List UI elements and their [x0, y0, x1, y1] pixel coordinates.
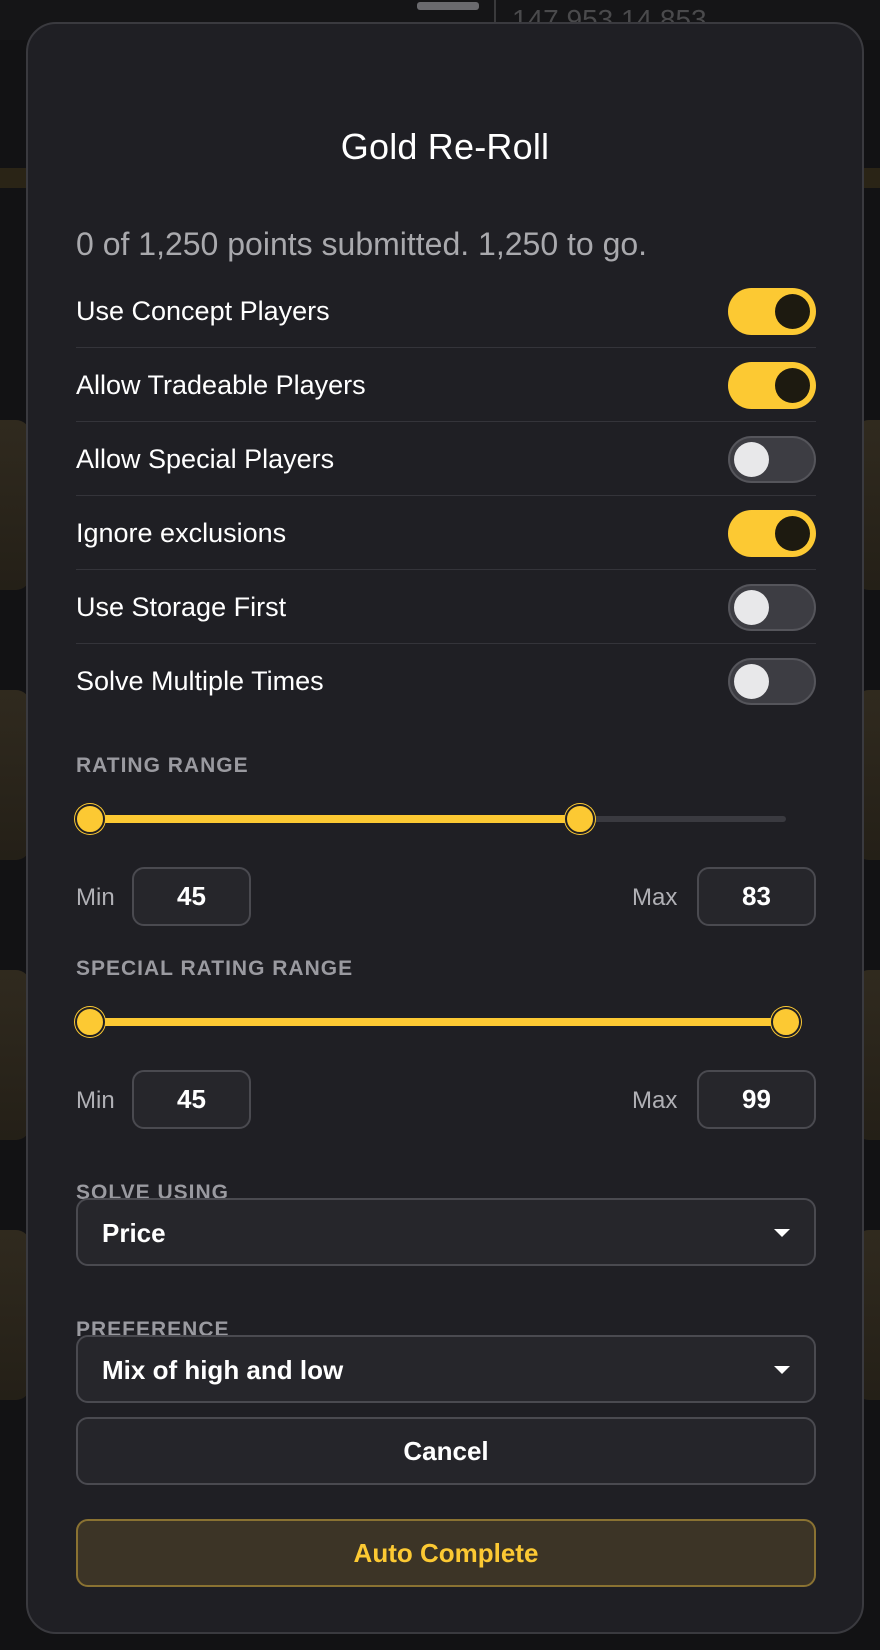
- toggle-knob: [775, 368, 810, 403]
- chevron-down-icon: [774, 1366, 790, 1374]
- toggle-row-use-storage-first: Use Storage First: [76, 572, 816, 644]
- auto-complete-button[interactable]: Auto Complete: [76, 1519, 816, 1587]
- chevron-down-icon: [774, 1229, 790, 1237]
- solve-using-select[interactable]: Price: [76, 1198, 816, 1266]
- solve-multiple-times-toggle[interactable]: [728, 658, 816, 705]
- special-rating-min-input[interactable]: 45: [132, 1070, 251, 1129]
- allow-special-players-toggle[interactable]: [728, 436, 816, 483]
- toggle-knob: [734, 442, 769, 477]
- special-rating-min-thumb[interactable]: [75, 1007, 105, 1037]
- special-rating-min-label: Min: [76, 1087, 115, 1114]
- preference-value: Mix of high and low: [102, 1355, 344, 1385]
- special-rating-max-thumb[interactable]: [771, 1007, 801, 1037]
- toggle-knob: [775, 294, 810, 329]
- use-storage-first-toggle[interactable]: [728, 584, 816, 631]
- slider-fill: [90, 815, 580, 823]
- rating-max-thumb[interactable]: [564, 804, 595, 834]
- allow-tradeable-players-toggle[interactable]: [728, 362, 816, 409]
- special-rating-range-label: SPECIAL RATING RANGE: [76, 957, 354, 980]
- toggle-label: Allow Special Players: [76, 444, 335, 474]
- modal-title: Gold Re-Roll: [340, 126, 550, 167]
- toggle-label: Use Concept Players: [76, 296, 330, 326]
- slider-fill: [90, 1018, 786, 1026]
- gold-reroll-modal: Gold Re-Roll 0 of 1,250 points submitted…: [26, 22, 864, 1634]
- toggle-label: Allow Tradeable Players: [76, 370, 366, 400]
- special-rating-max-label: Max: [632, 1087, 678, 1114]
- rating-min-label: Min: [76, 884, 115, 911]
- toggle-knob: [734, 590, 769, 625]
- drag-handle: [417, 2, 479, 10]
- toggle-row-use-concept-players: Use Concept Players: [76, 276, 816, 348]
- preference-select[interactable]: Mix of high and low: [76, 1335, 816, 1403]
- rating-range-label: RATING RANGE: [76, 754, 249, 777]
- toggle-knob: [775, 516, 810, 551]
- toggle-label: Use Storage First: [76, 592, 287, 622]
- rating-max-label: Max: [632, 884, 678, 911]
- ignore-exclusions-toggle[interactable]: [728, 510, 816, 557]
- points-summary: 0 of 1,250 points submitted. 1,250 to go…: [76, 226, 648, 262]
- special-rating-max-input[interactable]: 99: [697, 1070, 816, 1129]
- toggle-row-allow-tradeable-players: Allow Tradeable Players: [76, 350, 816, 422]
- toggle-row-ignore-exclusions: Ignore exclusions: [76, 498, 816, 570]
- solve-using-value: Price: [102, 1218, 166, 1248]
- rating-min-thumb[interactable]: [75, 804, 105, 834]
- toggle-label: Ignore exclusions: [76, 518, 287, 548]
- toggle-row-allow-special-players: Allow Special Players: [76, 424, 816, 496]
- rating-max-input[interactable]: 83: [697, 867, 816, 926]
- toggle-label: Solve Multiple Times: [76, 666, 324, 696]
- rating-min-input[interactable]: 45: [132, 867, 251, 926]
- cancel-button[interactable]: Cancel: [76, 1417, 816, 1485]
- toggle-knob: [734, 664, 769, 699]
- special-rating-range-slider[interactable]: [75, 1007, 801, 1037]
- rating-range-slider[interactable]: [75, 804, 786, 834]
- toggle-row-solve-multiple-times: Solve Multiple Times: [76, 646, 816, 718]
- use-concept-players-toggle[interactable]: [728, 288, 816, 335]
